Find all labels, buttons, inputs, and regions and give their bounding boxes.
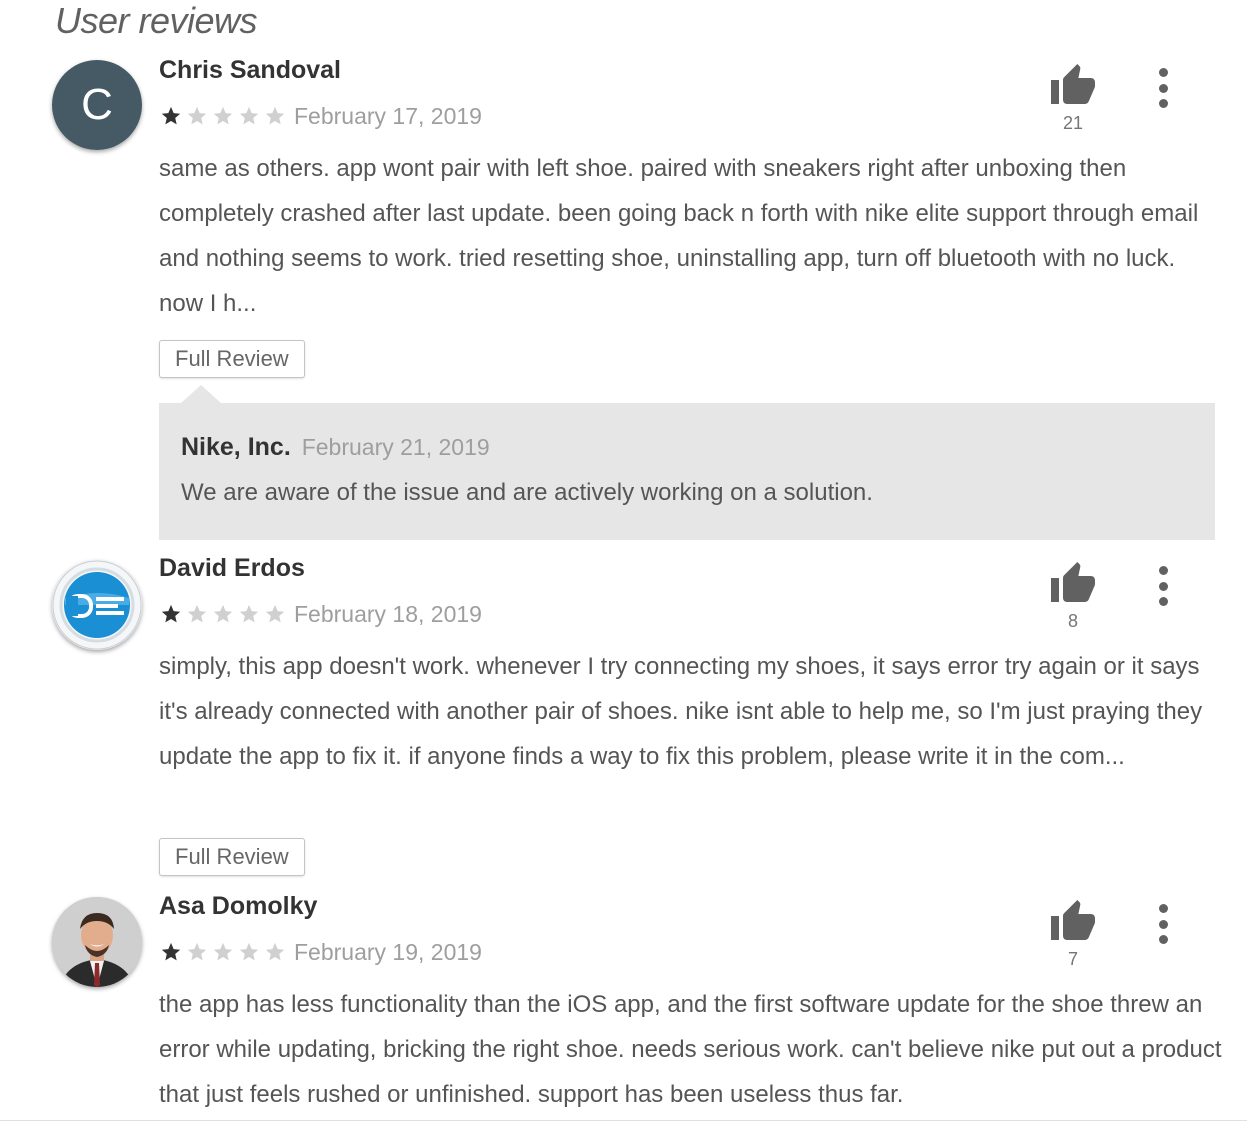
star-rating	[160, 603, 286, 625]
star-empty-icon	[213, 106, 233, 125]
review-author[interactable]: Asa Domolky	[159, 892, 317, 921]
more-options-icon[interactable]	[1150, 68, 1176, 108]
more-options-icon[interactable]	[1150, 566, 1176, 606]
review-date: February 19, 2019	[294, 938, 482, 965]
thumbs-up-icon[interactable]	[1049, 898, 1097, 946]
review-date: February 18, 2019	[294, 600, 482, 627]
star-empty-icon	[213, 942, 233, 961]
rating-row: February 18, 2019	[160, 599, 482, 629]
star-empty-icon	[239, 106, 259, 125]
review-author[interactable]: David Erdos	[159, 554, 305, 583]
like-count: 8	[1067, 611, 1078, 631]
review-text: the app has less functionality than the …	[159, 991, 1222, 1108]
reply-pointer	[181, 385, 221, 403]
review-author[interactable]: Chris Sandoval	[159, 56, 341, 85]
star-empty-icon	[265, 106, 285, 125]
rating-row: February 17, 2019	[160, 101, 482, 131]
avatar[interactable]	[52, 560, 142, 650]
avatar-logo-image	[52, 560, 142, 650]
star-empty-icon	[265, 942, 285, 961]
more-options-icon[interactable]	[1150, 904, 1176, 944]
star-empty-icon	[187, 106, 207, 125]
star-filled-icon	[161, 106, 181, 125]
reply-text: We are aware of the issue and are active…	[181, 479, 873, 506]
thumbs-up-icon[interactable]	[1049, 560, 1097, 608]
reply-date: February 21, 2019	[301, 434, 490, 460]
avatar-letter: C	[52, 60, 142, 150]
review-date: February 17, 2019	[294, 102, 482, 129]
reviews-page: User reviews C Chris Sandoval February 1…	[0, 0, 1247, 1123]
section-title: User reviews	[55, 0, 258, 41]
reply-header: Nike, Inc. February 21, 2019	[181, 433, 490, 462]
full-review-button[interactable]: Full Review	[159, 838, 305, 876]
review-text: simply, this app doesn't work. whenever …	[159, 653, 1203, 770]
rating-row: February 19, 2019	[160, 937, 482, 967]
reply-author: Nike, Inc.	[181, 433, 291, 461]
star-filled-icon	[161, 942, 181, 961]
star-filled-icon	[161, 604, 181, 623]
avatar-photo	[52, 897, 142, 987]
star-empty-icon	[239, 942, 259, 961]
review-text: same as others. app wont pair with left …	[159, 155, 1199, 317]
star-rating	[160, 941, 286, 963]
like-count: 21	[1062, 113, 1084, 133]
divider	[0, 1120, 1247, 1121]
star-empty-icon	[187, 942, 207, 961]
star-empty-icon	[265, 604, 285, 623]
star-empty-icon	[239, 604, 259, 623]
developer-reply: Nike, Inc. February 21, 2019 We are awar…	[159, 403, 1215, 540]
star-rating	[160, 105, 286, 127]
avatar[interactable]: C	[52, 60, 142, 150]
thumbs-up-icon[interactable]	[1049, 62, 1097, 110]
full-review-button[interactable]: Full Review	[159, 340, 305, 378]
star-empty-icon	[213, 604, 233, 623]
avatar[interactable]	[52, 897, 142, 987]
like-count: 7	[1067, 949, 1078, 969]
star-empty-icon	[187, 604, 207, 623]
